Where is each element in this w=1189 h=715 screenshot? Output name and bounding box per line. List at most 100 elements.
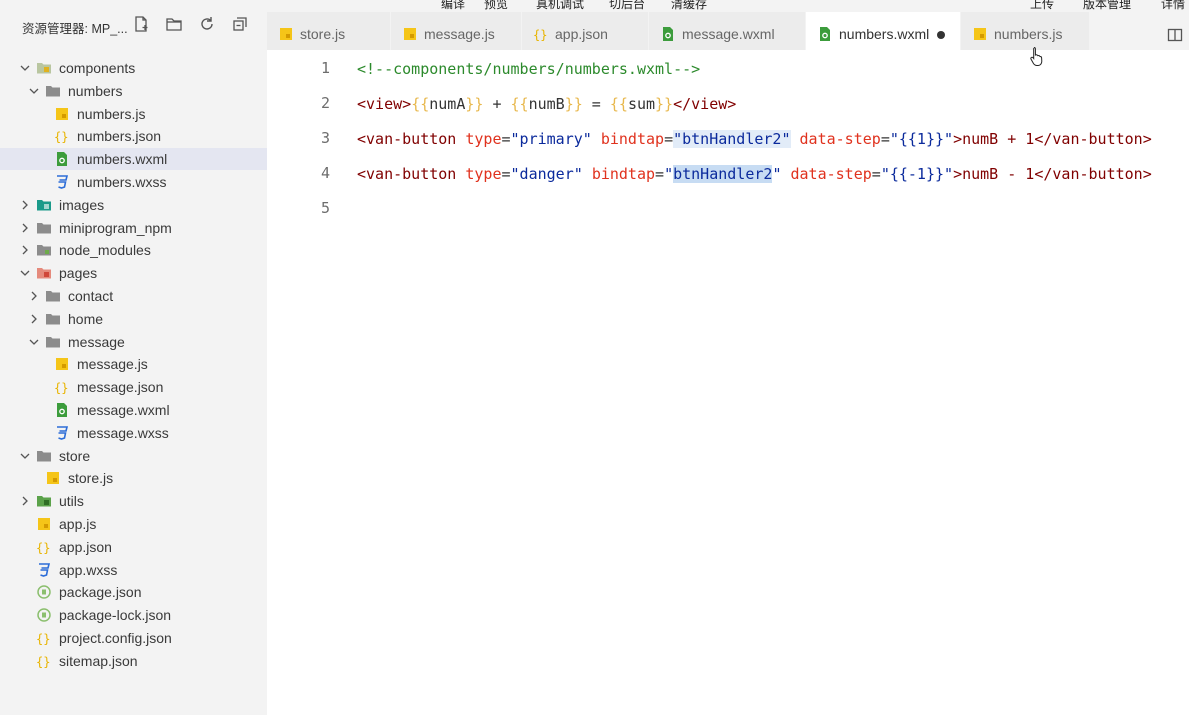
tab-app-json[interactable]: {} app.json: [522, 12, 648, 50]
folder-icon: [45, 334, 61, 350]
tree-item[interactable]: miniprogram_npm: [0, 217, 267, 239]
tree-item-label: numbers.wxss: [77, 174, 167, 190]
tree-item[interactable]: app.wxss: [0, 559, 267, 581]
tab-label: app.json: [555, 26, 608, 42]
folder-icon: [45, 288, 61, 304]
code-token: +: [483, 95, 511, 113]
tab-numbers-wxml[interactable]: numbers.wxml: [806, 12, 960, 50]
split-editor-icon[interactable]: [1167, 27, 1183, 43]
tree-item-label: message: [68, 333, 125, 350]
tree-item-label: app.json: [59, 538, 112, 555]
tree-item[interactable]: package-lock.json: [0, 604, 267, 626]
folder-icon: [36, 220, 52, 236]
tree-item[interactable]: {} sitemap.json: [0, 650, 267, 672]
collapse-all-icon[interactable]: [231, 15, 249, 33]
chevron-right-icon[interactable]: [19, 243, 31, 255]
chevron-down-icon[interactable]: [28, 335, 40, 347]
tree-item[interactable]: {} app.json: [0, 536, 267, 558]
folder-utils-icon: [36, 493, 52, 509]
json-file-icon: {}: [54, 128, 70, 144]
wxss-file-icon: [54, 174, 70, 190]
tab-store-js[interactable]: store.js: [267, 12, 390, 50]
tree-item[interactable]: contact: [0, 285, 267, 307]
tree-item[interactable]: node_modules: [0, 239, 267, 261]
code-token: type: [465, 165, 502, 183]
toolbar-details[interactable]: 详情: [1161, 0, 1185, 12]
toolbar-device-debug[interactable]: 真机调试: [536, 0, 584, 12]
npm-file-icon: [36, 584, 52, 600]
chevron-down-icon[interactable]: [28, 84, 40, 96]
code-editor[interactable]: 1 2 3 4 5 <!--components/numbers/numbers.wxm…: [267, 50, 1189, 715]
tree-item[interactable]: store: [0, 445, 267, 467]
chevron-right-icon[interactable]: [19, 198, 31, 210]
toolbar-upload[interactable]: 上传: [1030, 0, 1054, 12]
tree-item-label: numbers.wxml: [77, 151, 168, 168]
tree-item[interactable]: package.json: [0, 581, 267, 603]
code-token: type: [465, 130, 502, 148]
tree-item-label: message.json: [77, 379, 164, 396]
tree-item[interactable]: message: [0, 331, 267, 353]
tree-item[interactable]: store.js: [0, 467, 267, 489]
tree-item[interactable]: images: [0, 194, 267, 216]
chevron-down-icon[interactable]: [19, 266, 31, 278]
code-token: numB: [528, 95, 565, 113]
tree-item[interactable]: message.wxml: [0, 399, 267, 421]
code-token: "{{1}}": [889, 130, 954, 148]
chevron-right-icon[interactable]: [19, 221, 31, 233]
code-token: }}: [655, 95, 674, 113]
code-token: >numB + 1</van-button>: [953, 130, 1152, 148]
tree-item[interactable]: {} numbers.json: [0, 125, 267, 147]
tree-item[interactable]: {} project.config.json: [0, 627, 267, 649]
tree-item[interactable]: components: [0, 57, 267, 79]
code-token: }}: [465, 95, 484, 113]
folder-icon: [36, 448, 52, 464]
tree-item-label: contact: [68, 288, 114, 304]
code-token: <van-button: [357, 130, 466, 148]
tree-item[interactable]: message.wxss: [0, 422, 267, 444]
tree-item-label: utils: [59, 493, 84, 510]
toolbar-version-manage[interactable]: 版本管理: [1083, 0, 1131, 12]
code-line[interactable]: <van-button type="danger" bindtap="btnHa…: [357, 164, 1152, 184]
code-line[interactable]: <!--components/numbers/numbers.wxml-->: [357, 59, 700, 79]
code-token: numA: [429, 95, 466, 113]
tab-message-wxml[interactable]: message.wxml: [649, 12, 805, 50]
chevron-down-icon[interactable]: [19, 61, 31, 73]
folder-components-icon: [36, 60, 52, 76]
tree-item[interactable]: numbers.js: [0, 103, 267, 125]
toolbar-background[interactable]: 切后台: [609, 0, 645, 12]
code-line[interactable]: <van-button type="primary" bindtap="btnH…: [357, 129, 1152, 149]
tree-item[interactable]: numbers.wxss: [0, 171, 267, 193]
tab-message-js[interactable]: message.js: [391, 12, 521, 50]
toolbar-compile[interactable]: 编译: [441, 0, 465, 12]
tree-item[interactable]: numbers: [0, 80, 267, 102]
tree-item[interactable]: pages: [0, 262, 267, 284]
toolbar-clear-cache[interactable]: 清缓存: [671, 0, 707, 12]
tree-item[interactable]: {} message.json: [0, 376, 267, 398]
refresh-icon[interactable]: [198, 15, 216, 33]
code-line[interactable]: <view>{{numA}} + {{numB}} = {{sum}}</vie…: [357, 94, 736, 114]
code-token: =: [582, 95, 610, 113]
code-token: >numB - 1</van-button>: [953, 165, 1152, 183]
code-token: bindtap: [600, 130, 665, 148]
new-file-icon[interactable]: [132, 15, 150, 33]
chevron-right-icon[interactable]: [28, 312, 40, 324]
wxml-file-icon: [54, 402, 70, 418]
unsaved-dot-icon: [937, 31, 945, 39]
tree-item[interactable]: home: [0, 308, 267, 330]
tab-label: message.wxml: [682, 26, 775, 42]
wxss-file-icon: [36, 562, 52, 578]
explorer-title: 资源管理器: MP_...: [22, 22, 128, 36]
toolbar-preview[interactable]: 预览: [484, 0, 508, 12]
code-token: =: [880, 130, 890, 148]
chevron-down-icon[interactable]: [19, 449, 31, 461]
tree-item[interactable]: numbers.wxml: [0, 148, 267, 171]
tree-item[interactable]: app.js: [0, 513, 267, 535]
tab-numbers-js[interactable]: numbers.js: [961, 12, 1089, 50]
tree-item[interactable]: message.js: [0, 353, 267, 375]
code-token: </view>: [673, 95, 737, 113]
new-folder-icon[interactable]: [165, 15, 183, 33]
tree-item[interactable]: utils: [0, 490, 267, 512]
chevron-right-icon[interactable]: [28, 289, 40, 301]
chevron-right-icon[interactable]: [19, 494, 31, 506]
